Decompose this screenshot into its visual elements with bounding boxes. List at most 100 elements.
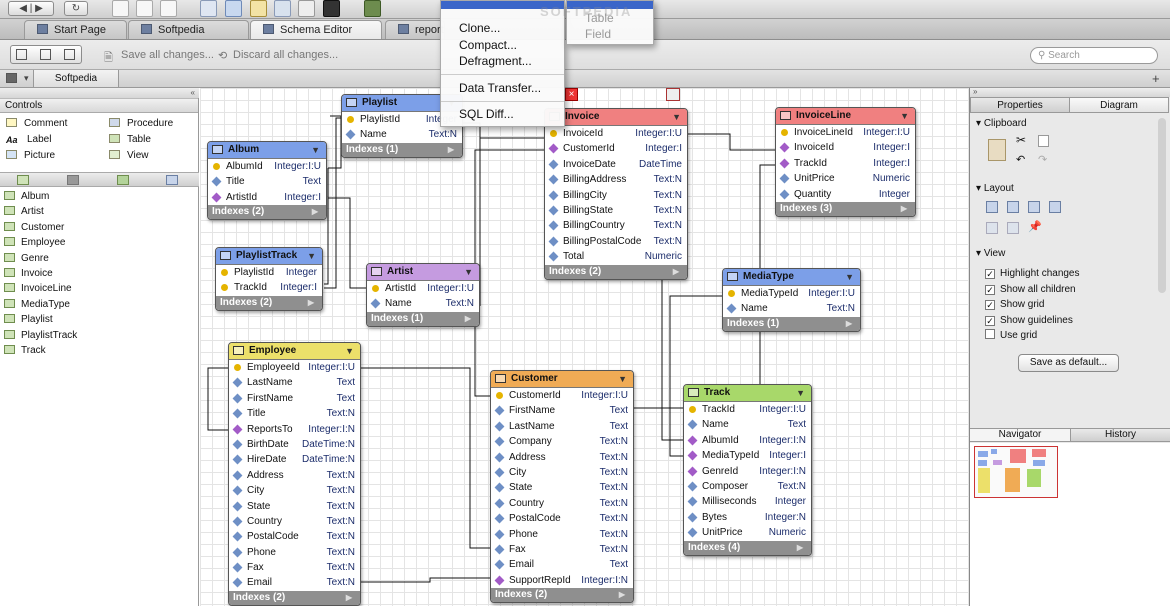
checkbox-checked-icon[interactable]: ✓: [985, 300, 995, 310]
checkbox-checked-icon[interactable]: ✓: [985, 284, 995, 295]
table-list-item[interactable]: MediaType: [4, 297, 70, 312]
entity-header[interactable]: Artist ▼: [367, 264, 479, 281]
entity-invoiceline[interactable]: InvoiceLine ▼ InvoiceLineId Integer:I:U Invo…: [775, 107, 916, 217]
entity-indexes-footer[interactable]: Indexes (2) ▶: [229, 590, 360, 605]
close-icon[interactable]: ×: [565, 88, 578, 101]
entity-field-row[interactable]: Name Text:N: [342, 127, 462, 142]
distribute-h-icon[interactable]: [986, 222, 998, 234]
entity-field-row[interactable]: LastName Text: [229, 375, 360, 390]
entity-field-row[interactable]: InvoiceId Integer:I:U: [545, 126, 687, 141]
entity-field-row[interactable]: InvoiceLineId Integer:I:U: [776, 125, 915, 140]
view-section-header[interactable]: ▾ View: [976, 248, 1005, 259]
entity-header[interactable]: Track ▼: [684, 385, 811, 402]
entity-indexes-footer[interactable]: Indexes (1) ▶: [723, 316, 860, 331]
chevron-down-icon[interactable]: ▼: [672, 109, 681, 125]
control-view[interactable]: View: [109, 150, 149, 161]
entity-field-row[interactable]: ArtistId Integer:I: [208, 190, 326, 205]
entity-invoice[interactable]: Invoice ▼ InvoiceId Integer:I:U CustomerId In…: [544, 108, 688, 280]
entity-field-row[interactable]: ArtistId Integer:I:U: [367, 281, 479, 296]
entity-employee[interactable]: Employee ▼ EmployeeId Integer:I:U LastName Te…: [228, 342, 361, 606]
chevron-down-icon[interactable]: ▼: [345, 343, 354, 359]
tab-schema-editor[interactable]: Schema Editor: [250, 20, 382, 39]
menu-item-clone[interactable]: Clone...: [459, 21, 500, 35]
tab-properties[interactable]: Properties: [970, 97, 1070, 113]
edit-icon[interactable]: [666, 88, 680, 101]
control-table[interactable]: Table: [109, 134, 151, 145]
entity-field-row[interactable]: Phone Text:N: [229, 545, 360, 560]
column-view-icon[interactable]: [64, 49, 75, 60]
entity-indexes-footer[interactable]: Indexes (4) ▶: [684, 540, 811, 555]
entity-field-row[interactable]: SupportRepId Integer:I:N: [491, 573, 633, 588]
expand-arrow-icon[interactable]: ▶: [797, 541, 803, 555]
chevron-down-icon[interactable]: ▼: [618, 371, 627, 387]
expand-arrow-icon[interactable]: ▶: [346, 591, 352, 605]
expand-arrow-icon[interactable]: ▶: [308, 296, 314, 310]
expand-arrow-icon[interactable]: ▶: [846, 317, 852, 331]
entity-indexes-footer[interactable]: Indexes (2) ▶: [545, 264, 687, 279]
chevron-down-icon[interactable]: ▼: [311, 142, 320, 158]
cut-icon[interactable]: ✂: [1016, 134, 1028, 146]
relationship-line[interactable]: [688, 133, 775, 151]
diagram-canvas[interactable]: Playlist▼PlaylistIdIntegerNameText:NInde…: [200, 88, 969, 606]
redo-icon[interactable]: ↷: [1038, 154, 1050, 166]
entity-field-row[interactable]: LastName Text: [491, 419, 633, 434]
expand-arrow-icon[interactable]: ▶: [901, 202, 907, 216]
view-checkbox[interactable]: Use grid: [985, 329, 1037, 344]
expand-arrow-icon[interactable]: ▶: [465, 312, 471, 326]
table-list-item[interactable]: PlaylistTrack: [4, 328, 77, 343]
tab-history[interactable]: History: [1070, 429, 1170, 441]
table-list-item[interactable]: Artist: [4, 204, 44, 219]
layout-section-header[interactable]: ▾ Layout: [976, 183, 1014, 194]
checkbox-checked-icon[interactable]: ✓: [985, 315, 995, 326]
checkbox-checked-icon[interactable]: ✓: [985, 269, 995, 279]
table-list-item[interactable]: Customer: [4, 220, 64, 235]
chevron-down-icon[interactable]: ▼: [464, 264, 473, 280]
menu-item-defragment[interactable]: Defragment...: [459, 54, 532, 68]
entity-field-row[interactable]: Milliseconds Integer: [684, 494, 811, 509]
view-checkbox[interactable]: ✓ Show grid: [985, 298, 1044, 313]
relationship-line[interactable]: [207, 367, 228, 431]
clipboard-section-header[interactable]: ▾ Clipboard: [976, 118, 1027, 129]
open-document-icon[interactable]: [136, 0, 153, 17]
control-comment[interactable]: Comment: [6, 118, 67, 129]
back-forward-buttons[interactable]: ◀ | ▶: [8, 1, 54, 16]
pin-icon[interactable]: 📌: [1028, 221, 1042, 233]
expand-arrow-icon[interactable]: ▶: [673, 265, 679, 279]
entity-indexes-footer[interactable]: Indexes (3) ▶: [776, 201, 915, 216]
relationship-line[interactable]: [361, 367, 490, 549]
entity-field-row[interactable]: GenreId Integer:I:N: [684, 464, 811, 479]
panel-toggle-icon[interactable]: [6, 73, 17, 83]
relationship-line[interactable]: [474, 149, 544, 397]
entity-field-row[interactable]: ReportsTo Integer:I:N: [229, 422, 360, 437]
entity-field-row[interactable]: State Text:N: [491, 480, 633, 495]
table-list-item[interactable]: Genre: [4, 251, 49, 266]
align-right-icon[interactable]: [1028, 201, 1040, 213]
entity-field-row[interactable]: EmployeeId Integer:I:U: [229, 360, 360, 375]
entity-field-row[interactable]: CustomerId Integer:I:U: [491, 388, 633, 403]
entity-mediatype[interactable]: MediaType ▼ MediaTypeId Integer:I:U Name Text…: [722, 268, 861, 332]
entity-artist[interactable]: Artist ▼ ArtistId Integer:I:U Name Text:N Inde…: [366, 263, 480, 327]
entity-field-row[interactable]: Quantity Integer: [776, 187, 915, 202]
entity-field-row[interactable]: City Text:N: [229, 483, 360, 498]
entity-field-row[interactable]: FirstName Text: [229, 391, 360, 406]
entity-field-row[interactable]: Name Text: [684, 417, 811, 432]
entity-indexes-footer[interactable]: Indexes (1) ▶: [342, 142, 462, 157]
entity-header[interactable]: MediaType ▼: [723, 269, 860, 286]
entity-field-row[interactable]: TrackId Integer:I:U: [684, 402, 811, 417]
chevron-down-icon[interactable]: ▼: [307, 248, 316, 264]
chevron-down-icon[interactable]: ▼: [845, 269, 854, 285]
add-tab-icon[interactable]: +: [1152, 71, 1160, 86]
entity-field-row[interactable]: Title Text:N: [229, 406, 360, 421]
entity-field-row[interactable]: Total Numeric: [545, 249, 687, 264]
view-checkbox[interactable]: ✓ Highlight changes: [985, 267, 1080, 282]
entity-field-row[interactable]: InvoiceDate DateTime: [545, 157, 687, 172]
entity-album[interactable]: Album ▼ AlbumId Integer:I:U Title Text ArtistI…: [207, 141, 327, 221]
entity-indexes-footer[interactable]: Indexes (2) ▶: [216, 295, 322, 310]
search-input[interactable]: ⚲ Search: [1030, 47, 1158, 64]
entity-field-row[interactable]: UnitPrice Numeric: [776, 171, 915, 186]
entity-field-row[interactable]: Fax Text:N: [491, 542, 633, 557]
relationship-line[interactable]: [328, 115, 342, 169]
collapse-right-panel-icon[interactable]: »: [970, 88, 1170, 97]
copy-icon[interactable]: [1038, 135, 1049, 147]
checkbox-empty-icon[interactable]: [985, 329, 995, 339]
